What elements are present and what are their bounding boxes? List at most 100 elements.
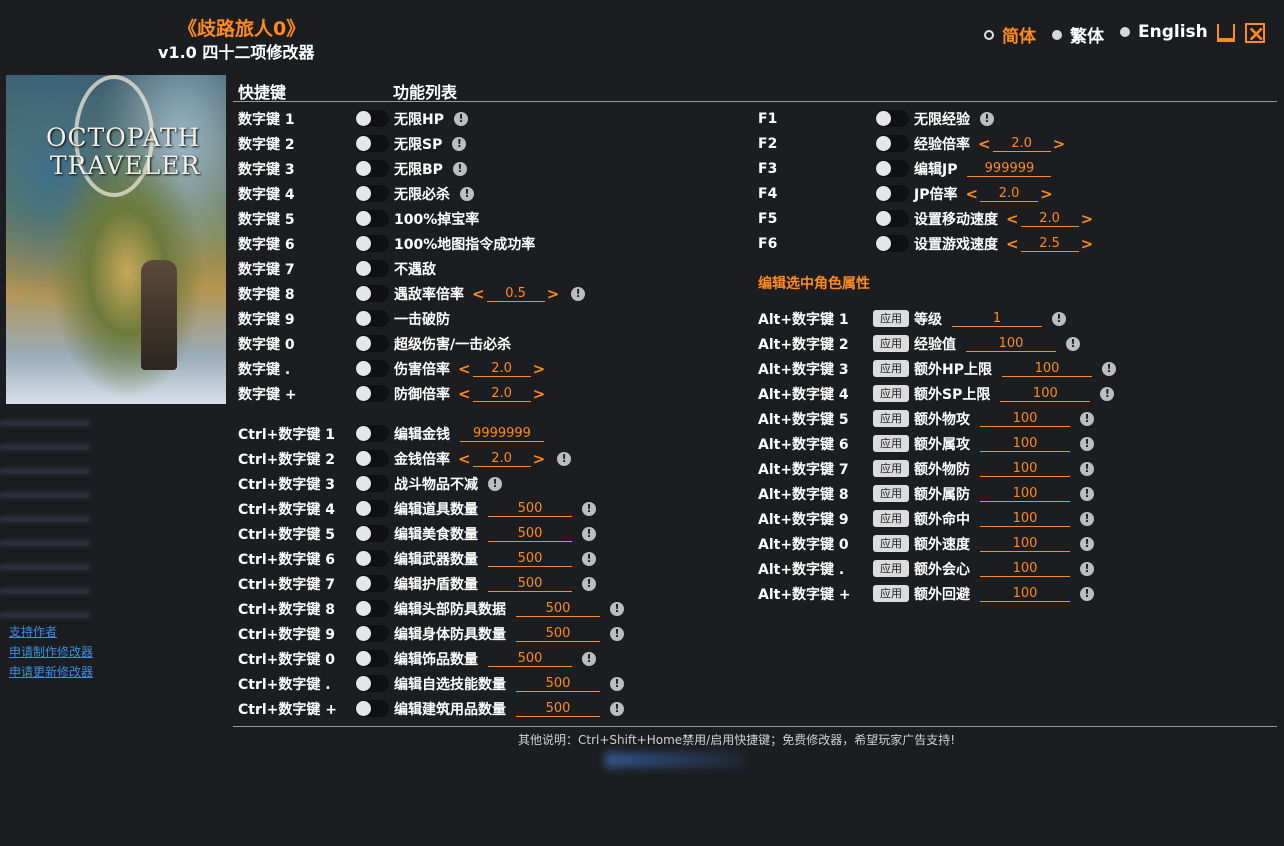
info-icon[interactable]: ! bbox=[582, 527, 596, 541]
info-icon[interactable]: ! bbox=[1080, 437, 1094, 451]
info-icon[interactable]: ! bbox=[610, 677, 624, 691]
apply-button[interactable]: 应用 bbox=[873, 360, 909, 377]
feature-toggle[interactable] bbox=[355, 310, 389, 327]
feature-toggle[interactable] bbox=[355, 160, 389, 177]
value-input[interactable]: 2.5 bbox=[1020, 236, 1079, 252]
feature-toggle[interactable] bbox=[355, 700, 389, 717]
apply-button[interactable]: 应用 bbox=[873, 310, 909, 327]
value-input[interactable]: 100 bbox=[980, 461, 1070, 477]
feature-toggle[interactable] bbox=[355, 675, 389, 692]
info-icon[interactable]: ! bbox=[452, 137, 467, 151]
value-input[interactable]: 2.0 bbox=[1020, 211, 1079, 227]
feature-toggle[interactable] bbox=[355, 525, 389, 542]
info-icon[interactable]: ! bbox=[582, 652, 596, 666]
info-icon[interactable]: ! bbox=[557, 452, 572, 466]
lang-traditional[interactable]: 繁体 bbox=[1052, 22, 1104, 47]
feature-toggle[interactable] bbox=[875, 210, 909, 227]
feature-toggle[interactable] bbox=[355, 210, 389, 227]
info-icon[interactable]: ! bbox=[571, 287, 586, 301]
feature-toggle[interactable] bbox=[355, 260, 389, 277]
apply-button[interactable]: 应用 bbox=[873, 460, 909, 477]
info-icon[interactable]: ! bbox=[610, 602, 624, 616]
request-trainer-link[interactable]: 申请制作修改器 bbox=[9, 643, 93, 660]
apply-button[interactable]: 应用 bbox=[873, 535, 909, 552]
value-input[interactable]: 500 bbox=[488, 551, 572, 567]
value-input[interactable]: 1 bbox=[952, 311, 1042, 327]
feature-toggle[interactable] bbox=[355, 425, 389, 442]
feature-toggle[interactable] bbox=[355, 110, 389, 127]
info-icon[interactable]: ! bbox=[1080, 462, 1094, 476]
value-input[interactable]: 100 bbox=[966, 336, 1056, 352]
feature-toggle[interactable] bbox=[355, 385, 389, 402]
feature-toggle[interactable] bbox=[355, 625, 389, 642]
value-input[interactable]: 500 bbox=[516, 601, 600, 617]
increase-arrow-icon[interactable]: > bbox=[531, 385, 548, 403]
info-icon[interactable]: ! bbox=[1066, 337, 1080, 351]
value-input[interactable]: 100 bbox=[980, 436, 1070, 452]
feature-toggle[interactable] bbox=[355, 600, 389, 617]
info-icon[interactable]: ! bbox=[1080, 487, 1094, 501]
decrease-arrow-icon[interactable]: < bbox=[456, 450, 473, 468]
feature-toggle[interactable] bbox=[355, 360, 389, 377]
value-input[interactable]: 500 bbox=[488, 651, 572, 667]
info-icon[interactable]: ! bbox=[460, 187, 474, 201]
apply-button[interactable]: 应用 bbox=[873, 560, 909, 577]
value-input[interactable]: 0.5 bbox=[486, 286, 545, 302]
value-input[interactable]: 500 bbox=[488, 526, 572, 542]
apply-button[interactable]: 应用 bbox=[873, 435, 909, 452]
increase-arrow-icon[interactable]: > bbox=[1051, 135, 1068, 153]
apply-button[interactable]: 应用 bbox=[873, 410, 909, 427]
feature-toggle[interactable] bbox=[355, 575, 389, 592]
increase-arrow-icon[interactable]: > bbox=[531, 360, 548, 378]
value-input[interactable]: 100 bbox=[980, 586, 1070, 602]
apply-button[interactable]: 应用 bbox=[873, 385, 909, 402]
request-update-link[interactable]: 申请更新修改器 bbox=[9, 663, 93, 680]
info-icon[interactable]: ! bbox=[980, 112, 994, 126]
lang-simplified[interactable]: 简体 bbox=[984, 22, 1036, 47]
feature-toggle[interactable] bbox=[875, 160, 909, 177]
decrease-arrow-icon[interactable]: < bbox=[963, 185, 980, 203]
decrease-arrow-icon[interactable]: < bbox=[470, 285, 487, 303]
apply-button[interactable]: 应用 bbox=[873, 335, 909, 352]
increase-arrow-icon[interactable]: > bbox=[1079, 210, 1096, 228]
info-icon[interactable]: ! bbox=[452, 162, 467, 176]
value-input[interactable]: 500 bbox=[488, 501, 572, 517]
feature-toggle[interactable] bbox=[355, 650, 389, 667]
value-input[interactable]: 500 bbox=[488, 576, 572, 592]
apply-button[interactable]: 应用 bbox=[873, 485, 909, 502]
feature-toggle[interactable] bbox=[355, 475, 389, 492]
info-icon[interactable]: ! bbox=[453, 112, 468, 126]
value-input[interactable]: 500 bbox=[516, 701, 600, 717]
info-icon[interactable]: ! bbox=[1080, 412, 1094, 426]
info-icon[interactable]: ! bbox=[1100, 387, 1115, 401]
increase-arrow-icon[interactable]: > bbox=[1079, 235, 1096, 253]
value-input[interactable]: 100 bbox=[1001, 361, 1092, 377]
feature-toggle[interactable] bbox=[355, 500, 389, 517]
close-button[interactable]: × bbox=[1245, 23, 1265, 46]
support-author-link[interactable]: 支持作者 bbox=[9, 623, 57, 640]
feature-toggle[interactable] bbox=[355, 135, 389, 152]
value-input[interactable]: 2.0 bbox=[472, 361, 531, 377]
info-icon[interactable]: ! bbox=[1080, 537, 1094, 551]
minimize-button[interactable] bbox=[1216, 23, 1236, 43]
info-icon[interactable]: ! bbox=[1080, 587, 1094, 601]
increase-arrow-icon[interactable]: > bbox=[1038, 185, 1055, 203]
value-input[interactable]: 2.0 bbox=[472, 451, 531, 467]
value-input[interactable]: 2.0 bbox=[472, 386, 531, 402]
feature-toggle[interactable] bbox=[355, 285, 389, 302]
value-input[interactable]: 500 bbox=[516, 626, 600, 642]
value-input[interactable]: 2.0 bbox=[992, 136, 1051, 152]
info-icon[interactable]: ! bbox=[582, 502, 596, 516]
feature-toggle[interactable] bbox=[355, 185, 389, 202]
decrease-arrow-icon[interactable]: < bbox=[456, 385, 473, 403]
info-icon[interactable]: ! bbox=[1052, 312, 1066, 326]
value-input[interactable]: 9999999 bbox=[460, 426, 544, 442]
value-input[interactable]: 100 bbox=[980, 536, 1070, 552]
decrease-arrow-icon[interactable]: < bbox=[456, 360, 473, 378]
apply-button[interactable]: 应用 bbox=[873, 585, 909, 602]
lang-english[interactable]: English bbox=[1120, 22, 1208, 42]
apply-button[interactable]: 应用 bbox=[873, 510, 909, 527]
feature-toggle[interactable] bbox=[875, 135, 909, 152]
info-icon[interactable]: ! bbox=[1080, 512, 1094, 526]
info-icon[interactable]: ! bbox=[1080, 562, 1094, 576]
